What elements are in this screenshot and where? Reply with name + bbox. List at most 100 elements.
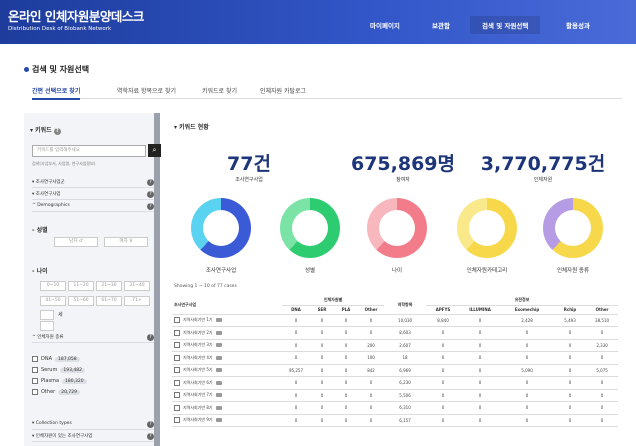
- table-row[interactable]: 지역사회기반 6기 0 0 0 0 6,230 0 0 0 0 0: [172, 376, 619, 390]
- row-checkbox[interactable]: [174, 329, 180, 336]
- resource-checkbox-dna[interactable]: DNA 187,058: [32, 356, 80, 362]
- table-row[interactable]: 지역사회기반 4기 0 0 0 100 18 0 0 0 0 0: [172, 351, 619, 365]
- resource-checkbox-other[interactable]: Other 20,729: [32, 389, 80, 395]
- row-project-name[interactable]: 지역사회기반 4기: [172, 351, 282, 365]
- table-row[interactable]: 지역사회기반 7기 0 0 0 0 5,506 0 0 0 0 0: [172, 389, 619, 402]
- age-to-input[interactable]: [40, 321, 54, 331]
- keyword-input[interactable]: 키워드를 입력해주세요: [32, 145, 146, 157]
- nav-mypage[interactable]: 마이페이지: [370, 20, 400, 30]
- detail-icon[interactable]: [215, 355, 222, 360]
- accordion-project-group[interactable]: ▾ 조사연구사업군?: [32, 179, 154, 188]
- accordion-collection-types[interactable]: ▾ Collection types?: [32, 421, 154, 430]
- accordion-resource-projects[interactable]: ▾ 인체자원이 있는 조사연구사업?: [32, 433, 154, 442]
- row-project-name[interactable]: 지역사회기반 8기: [172, 401, 282, 415]
- table-row[interactable]: 지역사회기반 8기 0 0 0 0 6,310 0 0 0 0 0: [172, 401, 619, 415]
- age-button[interactable]: 31~40: [124, 281, 150, 291]
- table-cell: 0: [334, 414, 358, 427]
- checkbox[interactable]: [32, 356, 38, 362]
- table-cell: 0: [358, 376, 385, 390]
- help-icon[interactable]: ?: [147, 179, 154, 186]
- accordion-demographics[interactable]: ^ Demographics?: [32, 203, 154, 212]
- age-button[interactable]: 51~60: [68, 296, 94, 306]
- row-project-name[interactable]: 지역사회기반 5기: [172, 364, 282, 377]
- help-icon[interactable]: ?: [147, 203, 154, 210]
- row-project-name[interactable]: 지역사회기반 7기: [172, 389, 282, 402]
- detail-icon[interactable]: [215, 418, 222, 423]
- resource-checkbox-serum[interactable]: Serum 193,482: [32, 367, 85, 373]
- search-button[interactable]: ⌕: [148, 144, 161, 157]
- col-ser: SER: [310, 305, 334, 315]
- nav-search[interactable]: 검색 및 자원선택: [470, 16, 541, 34]
- tab-keyword[interactable]: 키워드로 찾기: [202, 86, 237, 95]
- help-icon[interactable]: ?: [147, 334, 154, 341]
- row-project-name[interactable]: 지역사회기반 2기: [172, 326, 282, 340]
- col-project[interactable]: 조사연구사업: [172, 296, 282, 315]
- row-project-name[interactable]: 지역사회기반 3기: [172, 339, 282, 352]
- table-cell: 0: [334, 339, 358, 352]
- row-checkbox[interactable]: [174, 317, 180, 324]
- row-project-name[interactable]: 지역사회기반 6기: [172, 376, 282, 390]
- table-row[interactable]: 지역사회기반 5기 95,257 0 0 842 6,969 0 0 5,090 0 5,075: [172, 364, 619, 377]
- logo-title[interactable]: 온라인 인체자원분양데스크: [8, 6, 144, 25]
- tab-epi[interactable]: 역학자료 항목으로 찾기: [117, 86, 176, 95]
- table-cell: 0: [282, 389, 310, 402]
- accordion-project[interactable]: ▾ 조사연구사업?: [32, 191, 154, 200]
- resource-checkbox-plasma[interactable]: Plasma 180,320: [32, 378, 87, 384]
- age-button[interactable]: 61~70: [96, 296, 122, 306]
- age-button[interactable]: 71+: [124, 296, 150, 306]
- row-project-name[interactable]: 지역사회기반 9기: [172, 414, 282, 427]
- tab-catalog[interactable]: 인체자원 카탈로그: [260, 86, 306, 95]
- table-row[interactable]: 지역사회기반 9기 0 0 0 0 6,157 0 0 0 0 0: [172, 414, 619, 427]
- age-button[interactable]: 41~50: [40, 296, 66, 306]
- nav-storage[interactable]: 보관함: [432, 20, 450, 30]
- row-checkbox[interactable]: [174, 354, 180, 361]
- checkbox[interactable]: [32, 378, 38, 384]
- row-project-name[interactable]: 지역사회기반 1기: [172, 314, 282, 327]
- row-checkbox[interactable]: [174, 404, 180, 411]
- help-icon[interactable]: ?: [147, 191, 154, 198]
- help-icon[interactable]: ?: [147, 433, 154, 440]
- gender-male-button[interactable]: 남자 ♂: [54, 237, 98, 247]
- donut-chart-resource-type[interactable]: [543, 198, 603, 258]
- bullet-icon: [24, 67, 29, 72]
- row-checkbox[interactable]: [174, 392, 180, 399]
- age-button[interactable]: 0~10: [40, 281, 66, 291]
- checkbox[interactable]: [32, 389, 38, 395]
- table-cell: 0: [334, 401, 358, 415]
- checkbox[interactable]: [32, 367, 38, 373]
- row-checkbox[interactable]: [174, 367, 180, 374]
- row-checkbox[interactable]: [174, 342, 180, 349]
- age-button[interactable]: 21~30: [96, 281, 122, 291]
- detail-icon[interactable]: [215, 380, 222, 385]
- table-cell: 0: [586, 401, 619, 415]
- help-icon[interactable]: ?: [53, 128, 61, 135]
- table-row[interactable]: 지역사회기반 2기 0 0 0 0 8,603 0 0 0 0 0: [172, 326, 619, 340]
- donut-chart-category[interactable]: [457, 198, 517, 258]
- age-from-input[interactable]: [40, 310, 54, 320]
- donut-chart-gender[interactable]: [280, 198, 340, 258]
- tab-simple[interactable]: 간편 선택으로 찾기: [32, 86, 81, 100]
- detail-icon[interactable]: [215, 368, 222, 373]
- gender-female-button[interactable]: 여자 ♀: [104, 237, 148, 247]
- table-row[interactable]: 지역사회기반 3기 0 0 0 200 2,607 0 0 0 0 2,330: [172, 339, 619, 352]
- detail-icon[interactable]: [215, 405, 222, 410]
- donut-chart-age[interactable]: [367, 198, 427, 258]
- age-button[interactable]: 11~20: [68, 281, 94, 291]
- table-cell: 0: [310, 364, 334, 377]
- table-cell: 0: [426, 414, 461, 427]
- help-icon[interactable]: ?: [147, 421, 154, 428]
- donut-chart-projects[interactable]: [191, 198, 251, 258]
- table-row[interactable]: 지역사회기반 1기 0 0 0 0 10,030 8,840 0 2,428 5,493 38,51…: [172, 314, 619, 327]
- detail-icon[interactable]: [215, 330, 222, 335]
- detail-icon[interactable]: [215, 343, 222, 348]
- stat-resources-label: 인체자원: [533, 177, 553, 183]
- table-cell: 0: [554, 339, 587, 352]
- detail-icon[interactable]: [215, 393, 222, 398]
- nav-achievements[interactable]: 활용성과: [566, 20, 590, 30]
- row-checkbox[interactable]: [174, 379, 180, 386]
- detail-icon[interactable]: [215, 318, 222, 323]
- table-cell: 0: [310, 376, 334, 390]
- row-checkbox[interactable]: [174, 417, 180, 424]
- table-cell: 0: [310, 314, 334, 327]
- accordion-resource-type[interactable]: ^ 인체자원 종류?: [32, 334, 154, 343]
